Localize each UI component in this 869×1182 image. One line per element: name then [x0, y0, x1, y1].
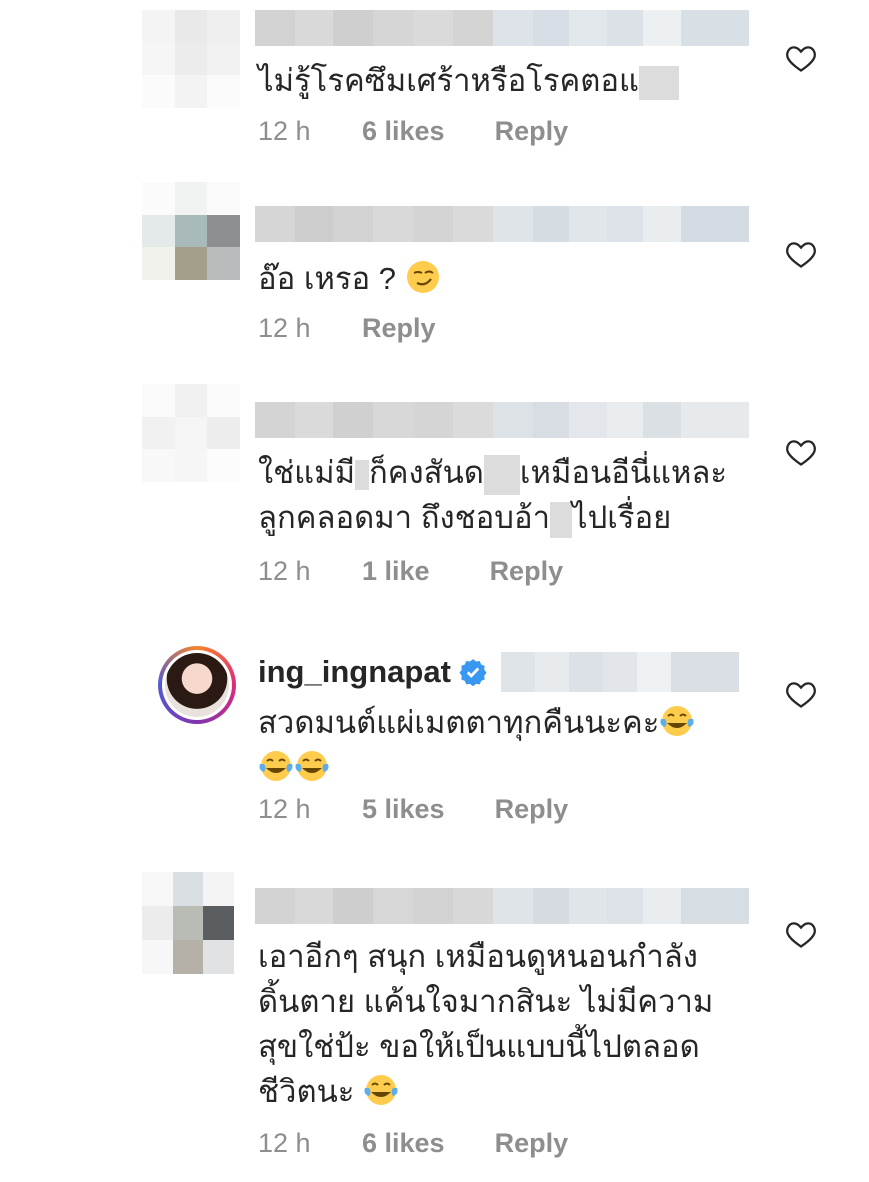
comment-meta: 12 h Reply	[258, 313, 436, 344]
heart-icon[interactable]	[786, 438, 816, 466]
reply-button[interactable]: Reply	[495, 1128, 569, 1159]
likes-count[interactable]: 1 like	[362, 556, 430, 587]
redacted-text	[355, 459, 370, 490]
smirking-face-emoji	[406, 261, 439, 293]
timestamp: 12 h	[258, 1128, 311, 1158]
avatar[interactable]	[142, 10, 240, 108]
timestamp: 12 h	[258, 116, 311, 146]
username-redacted[interactable]	[255, 888, 749, 924]
comment-meta: 12 h 6 likes Reply	[258, 116, 568, 147]
timestamp: 12 h	[258, 556, 311, 586]
reply-button[interactable]: Reply	[495, 794, 569, 825]
likes-count[interactable]: 6 likes	[362, 1128, 445, 1159]
face-with-tears-of-joy-emoji	[295, 751, 329, 781]
redacted-text	[549, 501, 572, 538]
username-redacted[interactable]	[255, 10, 749, 46]
redacted-text	[639, 65, 679, 100]
comment-meta: 12 h 6 likes Reply	[258, 1128, 568, 1159]
profile-photo	[165, 653, 229, 717]
redacted-text	[483, 454, 520, 495]
heart-icon[interactable]	[786, 44, 816, 72]
reply-button[interactable]: Reply	[490, 556, 564, 587]
avatar[interactable]	[142, 872, 234, 974]
face-with-tears-of-joy-emoji	[259, 751, 293, 781]
timestamp: 12 h	[258, 313, 311, 343]
comment-meta: 12 h 1 like Reply	[258, 556, 563, 587]
likes-count[interactable]: 6 likes	[362, 116, 445, 147]
comment-text: ใช่แม่มี ก็คงสันด เหมือนอีนี่แหละ ลูกคลอดม…	[258, 450, 778, 540]
avatar[interactable]	[158, 646, 236, 724]
heart-icon[interactable]	[786, 240, 816, 268]
comment-text: สวดมนต์แผ่เมตตาทุกคืนนะคะ	[258, 700, 758, 790]
comment-text: ไม่รู้โรคซึมเศร้าหรือโรคตอแ	[258, 58, 758, 103]
username-redacted[interactable]	[255, 402, 749, 438]
username-redacted[interactable]	[255, 206, 749, 242]
comment-text: อ๊อ เหรอ ?	[258, 256, 758, 301]
reply-button[interactable]: Reply	[495, 116, 569, 147]
face-with-tears-of-joy-emoji	[660, 706, 694, 736]
username[interactable]: ing_ingnapat	[258, 652, 739, 692]
heart-icon[interactable]	[786, 920, 816, 948]
avatar[interactable]	[142, 182, 240, 280]
redacted-text	[500, 652, 739, 692]
likes-count[interactable]: 5 likes	[362, 794, 445, 825]
comment-text: เอาอีกๆ สนุก เหมือนดูหนอนกำลัง ดิ้นตาย แ…	[258, 939, 714, 1109]
face-with-tears-of-joy-emoji	[364, 1075, 398, 1105]
timestamp: 12 h	[258, 794, 311, 824]
verified-badge-icon	[459, 659, 487, 686]
reply-button[interactable]: Reply	[362, 313, 436, 344]
heart-icon[interactable]	[786, 680, 816, 708]
avatar[interactable]	[142, 384, 240, 482]
comment-meta: 12 h 5 likes Reply	[258, 794, 568, 825]
